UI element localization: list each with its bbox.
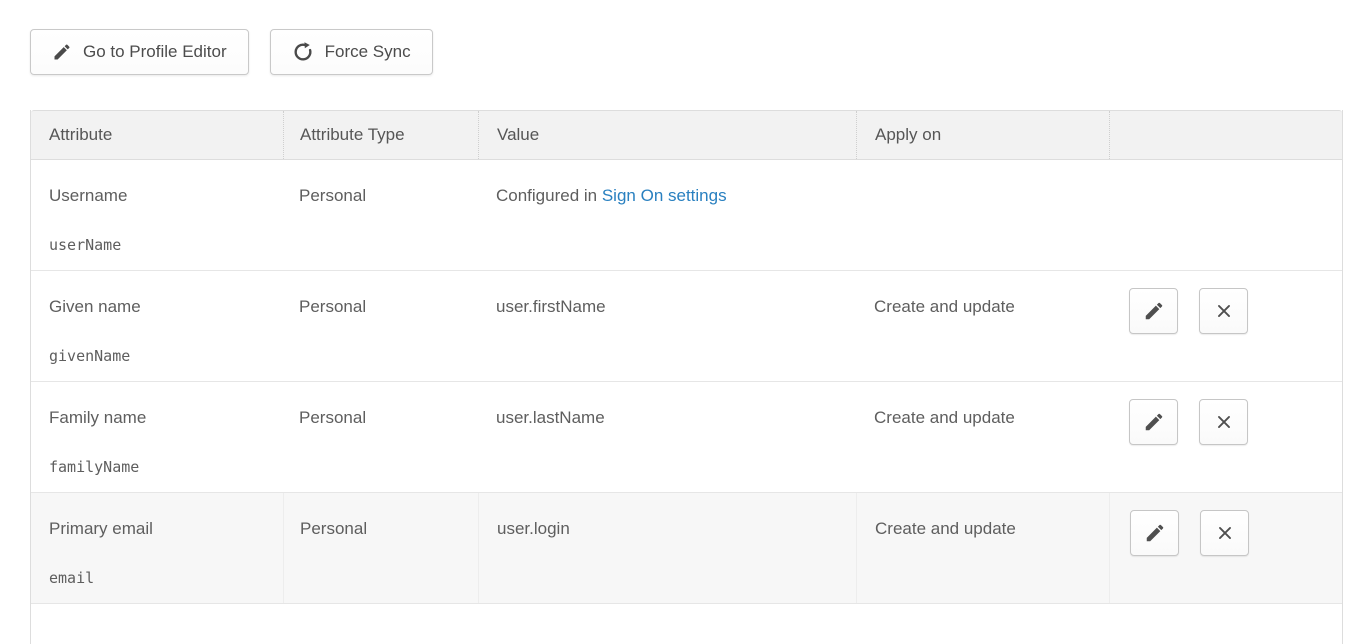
attribute-label: Username: [49, 185, 283, 207]
pencil-icon: [52, 42, 72, 62]
actions-cell: [1109, 493, 1342, 603]
go-to-profile-editor-button[interactable]: Go to Profile Editor: [30, 29, 249, 75]
close-icon: [1213, 300, 1235, 322]
table-row: Primary email email Personal user.login …: [31, 493, 1342, 604]
value-cell: user.login: [478, 493, 856, 603]
value-cell: Configured in Sign On settings: [478, 160, 856, 270]
edit-mapping-button[interactable]: [1130, 510, 1179, 556]
value-prefix-text: Configured in: [496, 186, 602, 205]
edit-mapping-button[interactable]: [1129, 399, 1178, 445]
column-header-actions: [1109, 111, 1342, 159]
attribute-cell: Primary email email: [31, 493, 283, 603]
attribute-label: Given name: [49, 296, 283, 318]
attribute-variable-name: familyName: [49, 457, 283, 477]
column-header-attribute-type: Attribute Type: [283, 111, 478, 159]
delete-mapping-button[interactable]: [1199, 399, 1248, 445]
delete-mapping-button[interactable]: [1199, 288, 1248, 334]
attribute-variable-name: userName: [49, 235, 283, 255]
table-row: Username userName Personal Configured in…: [31, 160, 1342, 271]
force-sync-button[interactable]: Force Sync: [270, 29, 433, 75]
apply-on-cell: [856, 160, 1109, 270]
delete-mapping-button[interactable]: [1200, 510, 1249, 556]
apply-on-cell: Create and update: [856, 382, 1109, 492]
force-sync-label: Force Sync: [325, 42, 411, 62]
attribute-label: Primary email: [49, 518, 283, 540]
pencil-icon: [1144, 522, 1166, 544]
actions-cell: [1109, 271, 1342, 381]
attribute-variable-name: email: [49, 568, 283, 588]
attribute-cell: Given name givenName: [31, 271, 283, 381]
column-header-apply-on: Apply on: [856, 111, 1109, 159]
sign-on-settings-link[interactable]: Sign On settings: [602, 186, 727, 205]
table-row: Family name familyName Personal user.las…: [31, 382, 1342, 493]
attribute-cell: Family name familyName: [31, 382, 283, 492]
value-cell: user.lastName: [478, 382, 856, 492]
close-icon: [1213, 411, 1235, 433]
go-to-profile-editor-label: Go to Profile Editor: [83, 42, 227, 62]
sync-icon: [292, 41, 314, 63]
pencil-icon: [1143, 411, 1165, 433]
toolbar: Go to Profile Editor Force Sync: [30, 29, 1343, 75]
attribute-variable-name: givenName: [49, 346, 283, 366]
apply-on-cell: Create and update: [856, 271, 1109, 381]
table-header-row: Attribute Attribute Type Value Apply on: [31, 110, 1342, 160]
close-icon: [1214, 522, 1236, 544]
attribute-mappings-table: Attribute Attribute Type Value Apply on …: [30, 110, 1343, 644]
attribute-cell: Username userName: [31, 160, 283, 270]
attribute-type-cell: Personal: [283, 493, 478, 603]
table-row: Given name givenName Personal user.first…: [31, 271, 1342, 382]
column-header-value: Value: [478, 111, 856, 159]
actions-cell: [1109, 382, 1342, 492]
column-header-attribute: Attribute: [31, 111, 283, 159]
attribute-label: Family name: [49, 407, 283, 429]
actions-cell: [1109, 160, 1342, 270]
edit-mapping-button[interactable]: [1129, 288, 1178, 334]
value-cell: user.firstName: [478, 271, 856, 381]
attribute-mappings-page: Go to Profile Editor Force Sync Attribut…: [0, 0, 1343, 644]
apply-on-cell: Create and update: [856, 493, 1109, 603]
attribute-type-cell: Personal: [283, 160, 478, 270]
pencil-icon: [1143, 300, 1165, 322]
attribute-type-cell: Personal: [283, 271, 478, 381]
attribute-type-cell: Personal: [283, 382, 478, 492]
table-row-partial: [31, 604, 1342, 644]
